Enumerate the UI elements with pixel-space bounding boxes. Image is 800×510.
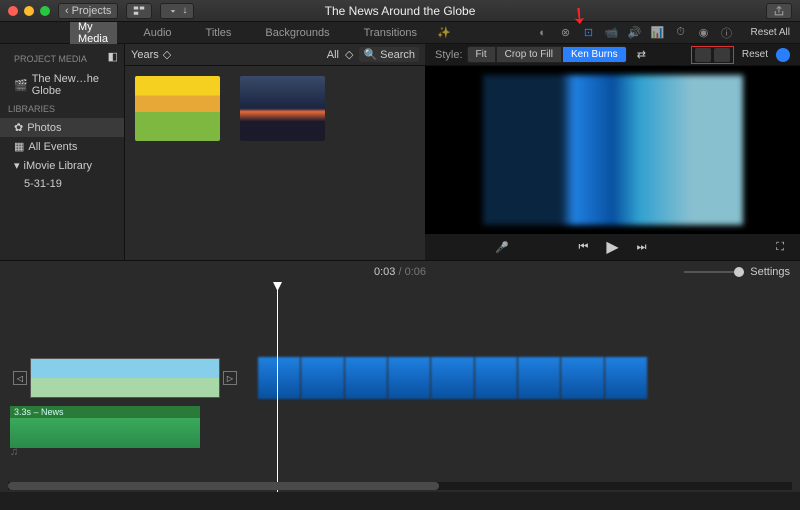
zoom-window-icon[interactable] — [40, 6, 50, 16]
audio-track: 3.3s – News — [10, 406, 200, 448]
projects-back-button[interactable]: ‹Projects — [58, 3, 118, 19]
timeline-clip-2[interactable] — [258, 357, 648, 399]
crop-style-segment: Fit Crop to Fill Ken Burns — [467, 46, 627, 63]
adjust-toolbar: ✨ ◐ ⊗ ⊡ 📹 🔊 📊 ⏱ ◉ ⓘ Reset All — [425, 22, 800, 44]
reset-all-button[interactable]: Reset All — [751, 27, 790, 38]
color-correction-icon[interactable]: ⊗ — [559, 26, 573, 40]
swap-icon[interactable]: ⇄ — [637, 48, 646, 61]
rotate-cw-button[interactable] — [714, 48, 730, 62]
video-track: ◁ ▷ — [10, 358, 790, 398]
timeline-clip-1[interactable] — [30, 358, 220, 398]
style-label: Style: — [435, 49, 463, 61]
media-clip-1[interactable] — [135, 76, 220, 141]
photos-icon: ✿ — [14, 121, 23, 134]
calendar-icon: ▦ — [14, 140, 24, 153]
play-icon[interactable]: ▶ — [606, 237, 618, 257]
sidebar-header-libraries: LIBRARIES — [0, 100, 124, 118]
list-view-button[interactable] — [126, 3, 152, 19]
playhead[interactable] — [277, 282, 278, 492]
enhance-icon[interactable]: ✨ — [437, 26, 451, 40]
audio-clip-label: 3.3s – News — [10, 406, 200, 418]
clip-filter-icon[interactable]: ◉ — [697, 26, 711, 40]
stabilization-icon[interactable]: 📹 — [605, 26, 619, 40]
crop-options-bar: Style: Fit Crop to Fill Ken Burns ⇄ Rese… — [425, 44, 800, 66]
audio-clip[interactable] — [10, 418, 200, 448]
next-icon[interactable]: ⏭ — [637, 241, 647, 254]
project-title: The News Around the Globe — [325, 4, 476, 18]
preview-frame — [483, 75, 743, 225]
speed-icon[interactable]: ⏱ — [674, 26, 688, 40]
sidebar-item-photos[interactable]: ✿Photos — [0, 118, 124, 137]
timeline-header: 0:03 / 0:06 Settings — [0, 260, 800, 282]
volume-icon[interactable]: 🔊 — [628, 26, 642, 40]
style-fit-button[interactable]: Fit — [467, 46, 496, 63]
edge-marker-right-icon[interactable]: ▷ — [223, 371, 237, 385]
magnifier-icon: 🔍 — [363, 48, 377, 61]
zoom-slider[interactable] — [684, 271, 744, 273]
apply-check-icon[interactable] — [776, 48, 790, 62]
window-controls — [8, 6, 50, 16]
info-icon[interactable]: ⓘ — [720, 26, 734, 40]
fullscreen-icon[interactable]: ⛶ — [776, 241, 784, 254]
music-track-icon: ♫ — [10, 446, 18, 458]
sidebar-item-project[interactable]: 🎬The New…he Globe — [0, 70, 124, 100]
edge-marker-left-icon[interactable]: ◁ — [13, 371, 27, 385]
share-button[interactable] — [766, 3, 792, 19]
time-current: 0:03 — [374, 266, 395, 278]
sidebar-item-imovie-library[interactable]: ▾iMovie Library — [0, 156, 124, 175]
import-button[interactable]: ↓ — [160, 3, 194, 19]
sidebar: PROJECT MEDIA ◧ 🎬The New…he Globe LIBRARI… — [0, 44, 125, 260]
media-browser: Years◇ All◇ 🔍Search — [125, 44, 425, 260]
tab-titles[interactable]: Titles — [198, 24, 240, 42]
voiceover-icon[interactable]: 🎤 — [495, 241, 509, 254]
playback-controls: 🎤 ⏮ ▶ ⏭ ⛶ — [425, 234, 800, 260]
rotate-ccw-button[interactable] — [695, 48, 711, 62]
sidebar-item-event-date[interactable]: 5-31-19 — [0, 175, 124, 193]
film-icon: 🎬 — [14, 79, 28, 92]
prev-icon[interactable]: ⏮ — [578, 241, 588, 254]
style-ken-burns-button[interactable]: Ken Burns — [562, 46, 627, 63]
crop-icon[interactable]: ⊡ — [582, 26, 596, 40]
tab-backgrounds[interactable]: Backgrounds — [257, 24, 337, 42]
timeline-scrollbar[interactable] — [8, 482, 792, 490]
sidebar-header-project: PROJECT MEDIA — [6, 50, 95, 68]
filter-all-dropdown[interactable]: All — [327, 49, 339, 61]
media-tabs: My Media Audio Titles Backgrounds Transi… — [0, 22, 425, 44]
search-input[interactable]: 🔍Search — [359, 47, 419, 62]
time-total: 0:06 — [405, 266, 426, 278]
preview-viewer[interactable] — [425, 66, 800, 234]
chevron-down-icon: ▾ — [14, 159, 20, 172]
close-window-icon[interactable] — [8, 6, 18, 16]
sort-icon[interactable]: ◇ — [163, 48, 171, 61]
minimize-window-icon[interactable] — [24, 6, 34, 16]
titlebar: ‹Projects ↓ The News Around the Globe — [0, 0, 800, 22]
tab-transitions[interactable]: Transitions — [356, 24, 425, 42]
years-dropdown[interactable]: Years — [131, 49, 159, 61]
sidebar-item-all-events[interactable]: ▦All Events — [0, 137, 124, 156]
color-balance-icon[interactable]: ◐ — [536, 26, 550, 40]
rotate-buttons-highlight — [691, 46, 734, 64]
tab-audio[interactable]: Audio — [135, 24, 179, 42]
settings-button[interactable]: Settings — [750, 266, 790, 278]
media-clip-2[interactable] — [240, 76, 325, 141]
style-crop-to-fill-button[interactable]: Crop to Fill — [496, 46, 562, 63]
noise-reduction-icon[interactable]: 📊 — [651, 26, 665, 40]
timeline[interactable]: ◁ ▷ 3.3s – News ♫ — [0, 282, 800, 492]
tab-my-media[interactable]: My Media — [70, 18, 117, 48]
hide-sidebar-icon[interactable]: ◧ — [108, 50, 118, 68]
crop-reset-button[interactable]: Reset — [742, 49, 768, 60]
